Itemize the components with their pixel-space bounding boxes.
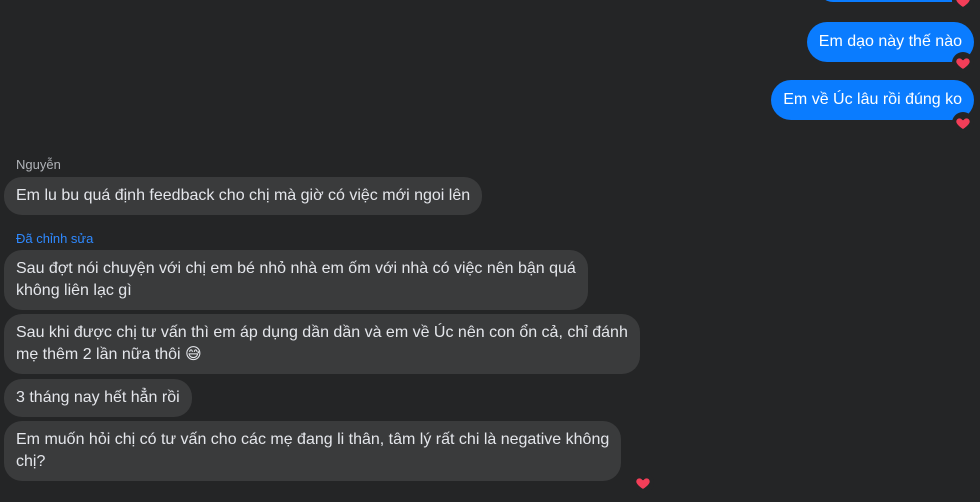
reaction-heart-3[interactable]	[632, 472, 654, 494]
heart-icon	[956, 0, 970, 7]
message-text-line: Em muốn hỏi chị có tư vấn cho các mẹ đan…	[16, 431, 610, 448]
reaction-heart-0[interactable]	[952, 0, 974, 12]
message-text-line: chị?	[16, 453, 46, 470]
message-bubble-incoming[interactable]: Em muốn hỏi chị có tư vấn cho các mẹ đan…	[4, 421, 622, 481]
message-text-line: Sau đợt nói chuyện với chị em bé nhỏ nhà…	[16, 260, 576, 277]
reaction-heart-1[interactable]	[952, 52, 974, 74]
message-bubble-outgoing[interactable]: Em dạo này thế nào	[806, 22, 974, 62]
message-text-line: không liên lạc gì	[16, 282, 132, 299]
edited-label[interactable]: Đã chỉnh sửa	[16, 231, 93, 247]
message-bubble-incoming[interactable]: 3 tháng nay hết hẳn rồi	[4, 379, 192, 417]
message-bubble-incoming[interactable]: Sau đợt nói chuyện với chị em bé nhỏ nhà…	[4, 250, 588, 310]
heart-icon	[956, 118, 970, 129]
message-text-line: Sau khi được chị tư vấn thì em áp dụng d…	[16, 324, 628, 341]
reaction-heart-2[interactable]	[952, 112, 974, 134]
message-text-line: mẹ thêm 2 lần nữa thôi 😅	[16, 346, 202, 363]
message-bubble-outgoing[interactable]: Em về Úc lâu rồi đúng ko	[771, 80, 974, 120]
message-bubble-incoming[interactable]: Em lu bu quá định feedback cho chị mà gi…	[4, 177, 483, 215]
message-bubble-incoming[interactable]: Sau khi được chị tư vấn thì em áp dụng d…	[4, 314, 640, 374]
sender-name: Nguyễn	[16, 157, 61, 172]
heart-icon	[636, 478, 650, 489]
heart-icon	[956, 58, 970, 69]
